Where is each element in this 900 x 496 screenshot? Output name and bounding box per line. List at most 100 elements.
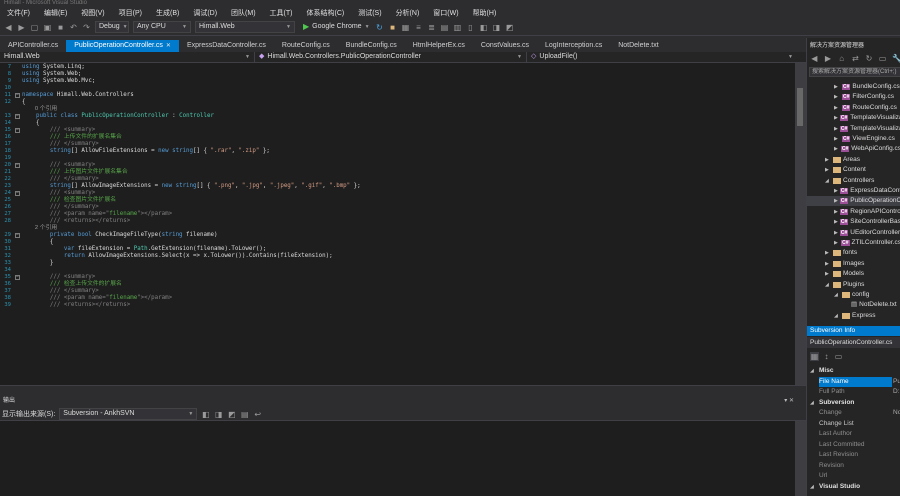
property-row[interactable]: Last Revision	[807, 450, 900, 460]
expanded-arrow-icon[interactable]: ◢	[825, 280, 831, 290]
collapsed-arrow-icon[interactable]: ▶	[825, 259, 831, 269]
collapse-icon[interactable]: −	[15, 93, 20, 98]
collapsed-arrow-icon[interactable]: ▶	[834, 124, 838, 134]
menu-item[interactable]: 窗口(W)	[426, 8, 465, 18]
grid-icon[interactable]: ▦	[401, 23, 410, 32]
property-row[interactable]: Full Path D:	[807, 387, 900, 397]
folder-icon[interactable]: ■	[388, 23, 397, 32]
project-dropdown[interactable]: Himall.Web ▼	[0, 52, 255, 62]
tree-item[interactable]: ▶C#UEditorController.cs	[807, 228, 900, 238]
prev-message-icon[interactable]: ◨	[214, 410, 223, 419]
menu-item[interactable]: 分析(N)	[389, 8, 427, 18]
config-dropdown[interactable]: Debug ▼	[95, 21, 129, 33]
menu-item[interactable]: 工具(T)	[263, 8, 300, 18]
back-icon[interactable]: ◀	[4, 23, 13, 32]
uncomment-icon[interactable]: ▥	[453, 23, 462, 32]
collapse-icon[interactable]: −	[15, 128, 20, 133]
indent-icon[interactable]: ≡	[414, 23, 423, 32]
expanded-arrow-icon[interactable]: ◢	[825, 176, 831, 186]
menu-item[interactable]: 文件(F)	[0, 8, 37, 18]
property-row[interactable]: Change List	[807, 419, 900, 429]
collapsed-arrow-icon[interactable]: ▶	[825, 155, 831, 165]
menu-item[interactable]: 帮助(H)	[466, 8, 504, 18]
forward-icon[interactable]: ▶	[17, 23, 26, 32]
codelens-reference[interactable]: 0 个引用	[22, 106, 57, 112]
collapse-icon[interactable]: −	[15, 191, 20, 196]
collapsed-arrow-icon[interactable]: ▶	[834, 186, 838, 196]
sync-icon[interactable]: ⇄	[851, 54, 860, 63]
open-icon[interactable]: ▣	[43, 23, 52, 32]
tree-item[interactable]: ▶ C# WebApiConfig.cs	[807, 144, 900, 154]
code-area[interactable]: using System.Linq; using System.Web; using…	[22, 63, 792, 385]
output-content[interactable]	[0, 421, 806, 496]
tree-item[interactable]: ▶C#RegionAPIController.cs	[807, 207, 900, 217]
tree-item[interactable]: ▶ C# BundleConfig.cs	[807, 82, 900, 92]
editor-scrollbar-thumb[interactable]	[797, 88, 803, 126]
solution-search-input[interactable]: 搜索解决方案资源管理器(Ctrl+;)	[809, 67, 900, 77]
save-icon[interactable]: ■	[56, 23, 65, 32]
class-dropdown[interactable]: ◆ Himall.Web.Controllers.PublicOperationC…	[255, 52, 527, 62]
document-tab[interactable]: RouteConfig.cs	[274, 40, 338, 52]
collapse-icon[interactable]: −	[15, 114, 20, 119]
clear-bookmarks-icon[interactable]: ◩	[505, 23, 514, 32]
document-tab[interactable]: LogInterception.cs	[537, 40, 610, 52]
code-editor[interactable]: 7 8 9 10 11−12 13−14 15−16 17 18 19 20−21 22 23 24−25…	[0, 63, 795, 385]
collapsed-arrow-icon[interactable]: ▶	[834, 113, 838, 123]
next-bookmark-icon[interactable]: ◨	[492, 23, 501, 32]
collapsed-arrow-icon[interactable]: ▶	[834, 92, 840, 102]
codelens-reference[interactable]: 2 个引用	[22, 225, 57, 231]
tree-item[interactable]: ◢ Express	[807, 311, 900, 321]
document-tab[interactable]: ExpressDataController.cs	[179, 40, 274, 52]
alphabetical-icon[interactable]: ↕	[822, 352, 831, 361]
tree-item[interactable]: ▶C#TemplateVisualizationHelper.cs	[807, 124, 900, 134]
tree-item[interactable]: ▶C#TemplateVisualizationConfig.cs	[807, 113, 900, 123]
document-tab[interactable]: PublicOperationController.cs ✕	[66, 40, 179, 52]
tree-item[interactable]: ▶ fonts	[807, 248, 900, 258]
document-tab[interactable]: BundleConfig.cs	[338, 40, 405, 52]
collapse-icon[interactable]: ◢	[810, 366, 814, 376]
pin-icon[interactable]: ▾ ✕	[784, 396, 794, 407]
output-source-dropdown[interactable]: Subversion - AnkhSVN ▼	[59, 408, 198, 420]
output-scrollbar[interactable]	[795, 421, 806, 496]
tree-item[interactable]: ◢ config	[807, 290, 900, 300]
menu-item[interactable]: 项目(P)	[112, 8, 149, 18]
platform-dropdown[interactable]: Any CPU ▼	[133, 21, 191, 33]
expanded-arrow-icon[interactable]: ◢	[834, 290, 840, 300]
collapse-icon[interactable]: ◢	[810, 398, 814, 408]
categorized-icon[interactable]: ▦	[810, 352, 819, 361]
tree-item[interactable]: ▶ C# FilterConfig.cs	[807, 92, 900, 102]
new-file-icon[interactable]: ▢	[30, 23, 39, 32]
undo-icon[interactable]: ↶	[69, 23, 78, 32]
collapse-icon[interactable]: ▭	[878, 54, 887, 63]
expanded-arrow-icon[interactable]: ◢	[834, 311, 840, 321]
subversion-info-selector[interactable]: PublicOperationController.cs	[807, 337, 900, 348]
collapse-icon[interactable]: ◢	[810, 482, 814, 492]
outdent-icon[interactable]: ≣	[427, 23, 436, 32]
tree-item[interactable]: ▶ C# ViewEngine.cs	[807, 134, 900, 144]
menu-item[interactable]: 生成(B)	[149, 8, 186, 18]
bookmark-icon[interactable]: ▯	[466, 23, 475, 32]
property-row[interactable]: Revision	[807, 461, 900, 471]
member-dropdown[interactable]: ◇ UploadFile() ▼	[527, 52, 797, 62]
collapsed-arrow-icon[interactable]: ▶	[834, 238, 839, 248]
collapsed-arrow-icon[interactable]: ▶	[825, 165, 831, 175]
collapsed-arrow-icon[interactable]: ▶	[834, 228, 838, 238]
tree-item[interactable]: ▶ Content	[807, 165, 900, 175]
tree-item[interactable]: ▶ C# ZTILController.cs	[807, 238, 900, 248]
menu-item[interactable]: 编辑(E)	[37, 8, 74, 18]
property-row[interactable]: Last Committed	[807, 440, 900, 450]
collapse-icon[interactable]: −	[15, 233, 20, 238]
menu-item[interactable]: 体系结构(C)	[300, 8, 352, 18]
tree-item[interactable]: ◢ Plugins	[807, 280, 900, 290]
comment-icon[interactable]: ▤	[440, 23, 449, 32]
back-icon[interactable]: ◀	[810, 54, 819, 63]
tree-item[interactable]: ▶ Models	[807, 269, 900, 279]
menu-item[interactable]: 调试(D)	[186, 8, 224, 18]
tree-item[interactable]: ▶C#PublicOperationController.cs	[807, 196, 900, 207]
collapsed-arrow-icon[interactable]: ▶	[834, 82, 840, 92]
tree-item[interactable]: ▶C#SiteControllerBase.cs	[807, 217, 900, 227]
menu-item[interactable]: 测试(S)	[351, 8, 388, 18]
collapsed-arrow-icon[interactable]: ▶	[834, 103, 840, 113]
menu-item[interactable]: 团队(M)	[224, 8, 263, 18]
home-icon[interactable]: ⌂	[837, 54, 846, 63]
